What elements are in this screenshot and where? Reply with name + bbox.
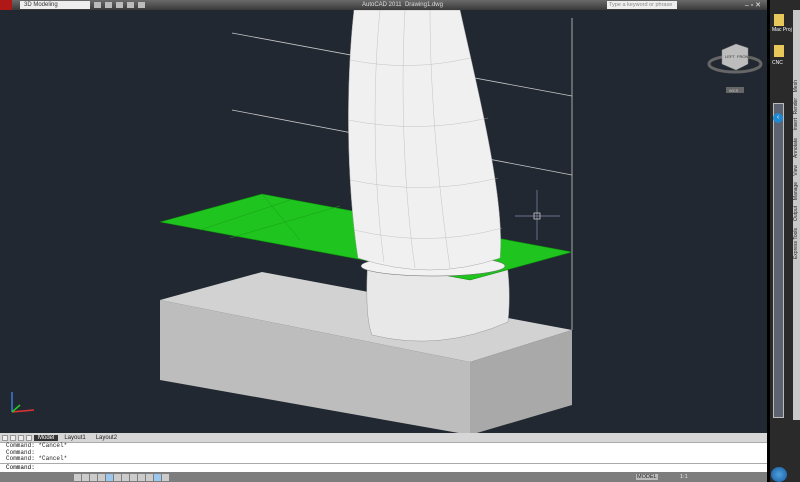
tab-layout1[interactable]: Layout1 <box>60 435 89 441</box>
workspace-dropdown[interactable]: 3D Modeling <box>20 1 90 9</box>
first-tab-button[interactable] <box>2 434 8 441</box>
windows-start-button[interactable] <box>771 467 787 482</box>
drawing-name: Drawing1.dwg <box>404 2 443 8</box>
desktop-icon-label: CNC <box>772 60 783 66</box>
svg-text:LEFT: LEFT <box>725 54 735 59</box>
otrack-toggle[interactable] <box>122 473 129 481</box>
prev-tab-button[interactable] <box>10 434 16 441</box>
application-menu-button[interactable] <box>0 0 12 10</box>
3dosnap-toggle[interactable] <box>114 473 121 481</box>
history-line: Command: *Cancel* <box>6 455 68 462</box>
quick-properties-toggle[interactable] <box>162 473 169 481</box>
dyn-toggle[interactable] <box>138 473 145 481</box>
tab-model[interactable]: Model <box>34 434 59 441</box>
tool-palette[interactable] <box>773 103 784 418</box>
status-bar: MODEL 1:1 <box>0 472 767 482</box>
desktop-icon-label: Mac Proj <box>772 27 792 33</box>
open-icon[interactable] <box>94 2 101 8</box>
svg-text:FRONT: FRONT <box>737 54 751 59</box>
save-icon[interactable] <box>105 2 112 8</box>
lineweight-toggle[interactable] <box>146 473 153 481</box>
ucs-icon <box>11 392 35 413</box>
back-arrow-icon[interactable]: ‹ <box>773 113 783 123</box>
undo-icon[interactable] <box>127 2 134 8</box>
osnap-toggle[interactable] <box>106 473 113 481</box>
ribbon-tab[interactable]: Manage <box>793 182 799 200</box>
redo-icon[interactable] <box>138 2 145 8</box>
folder-icon[interactable] <box>774 45 784 57</box>
snap-toggle[interactable] <box>74 473 81 481</box>
ortho-toggle[interactable] <box>90 473 97 481</box>
ducs-toggle[interactable] <box>130 473 137 481</box>
tab-layout2[interactable]: Layout2 <box>92 435 121 441</box>
next-tab-button[interactable] <box>18 434 24 441</box>
search-input[interactable]: Type a keyword or phrase <box>607 1 677 9</box>
grid-toggle[interactable] <box>82 473 89 481</box>
window-controls[interactable]: – ▫ ✕ <box>745 1 761 9</box>
3d-scene: LEFT FRONT WCS <box>11 10 763 433</box>
ribbon-tab[interactable]: Render <box>793 98 799 114</box>
print-icon[interactable] <box>116 2 123 8</box>
app-title: AutoCAD 2011 <box>362 2 402 8</box>
folder-icon[interactable] <box>774 14 784 26</box>
crosshair-cursor <box>515 190 560 240</box>
svg-text:WCS: WCS <box>729 88 739 93</box>
ribbon-tab[interactable]: Annotate <box>793 138 799 158</box>
last-tab-button[interactable] <box>26 434 32 441</box>
ribbon-tab[interactable]: Output <box>793 206 799 221</box>
ribbon-tab[interactable]: Mesh <box>793 80 799 92</box>
ribbon-tabs: Mesh Render Insert Annotate View Manage … <box>793 10 800 420</box>
ribbon-tab[interactable]: View <box>793 165 799 176</box>
viewcube[interactable]: LEFT FRONT WCS <box>707 43 763 93</box>
annotation-scale[interactable]: 1:1 <box>680 474 688 480</box>
title-bar: 3D Modeling AutoCAD 2011 Drawing1.dwg Ty… <box>0 0 767 10</box>
command-input[interactable]: Command: <box>0 463 767 472</box>
transparency-toggle[interactable] <box>154 473 161 481</box>
layout-tabs: Model Layout1 Layout2 <box>0 433 767 442</box>
ribbon-tab[interactable]: Insert <box>793 118 799 131</box>
polar-toggle[interactable] <box>98 473 105 481</box>
upper-cylinder <box>348 10 501 271</box>
model-space-button[interactable]: MODEL <box>636 474 658 480</box>
ribbon-tab[interactable]: Express Tools <box>793 228 799 259</box>
drawing-viewport[interactable]: LEFT FRONT WCS <box>0 10 767 433</box>
